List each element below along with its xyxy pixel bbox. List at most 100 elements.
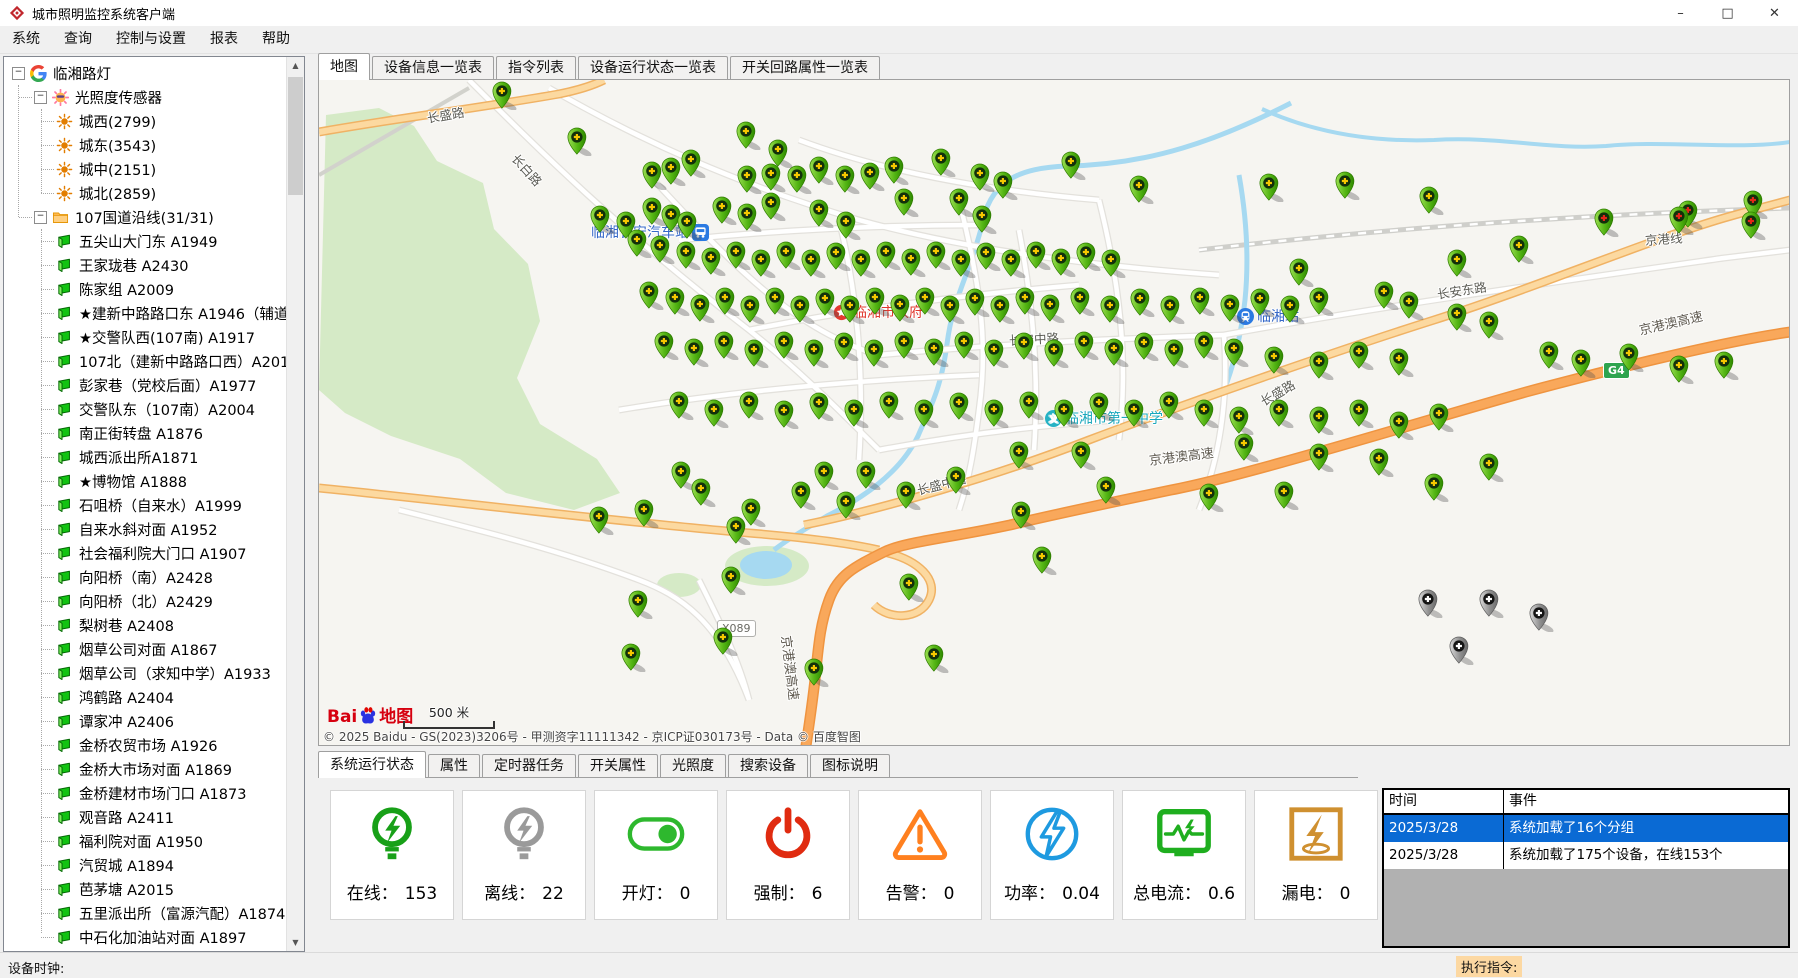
tree-device-node[interactable]: 彭家巷（党校后面）A1977 [4, 373, 287, 397]
map-pin-online[interactable] [1335, 171, 1362, 200]
map-pin-online[interactable] [1164, 339, 1191, 368]
map-pin-online[interactable] [1424, 473, 1451, 502]
map-pin-online[interactable] [1044, 339, 1071, 368]
map-pin-online[interactable] [684, 338, 711, 367]
map-pin-online[interactable] [851, 249, 878, 278]
map-pin-online[interactable] [951, 249, 978, 278]
map-pin-online[interactable] [1100, 295, 1127, 324]
map-pin-online[interactable] [1101, 249, 1128, 278]
map-pin-online[interactable] [901, 248, 928, 277]
map-pin-online[interactable] [740, 295, 767, 324]
map-pin-online[interactable] [860, 162, 887, 191]
map-pin-online[interactable] [894, 188, 921, 217]
map-pin-online[interactable] [677, 211, 704, 240]
map-pin-online[interactable] [736, 121, 763, 150]
map-pin-online[interactable] [990, 295, 1017, 324]
tree-device-node[interactable]: 金桥大市场对面 A1869 [4, 757, 287, 781]
map-pin-online[interactable] [946, 466, 973, 495]
map-pin-online[interactable] [744, 339, 771, 368]
map-pin-online[interactable] [737, 165, 764, 194]
tree-device-node[interactable]: 石咀桥（自来水）A1999 [4, 493, 287, 517]
map-pin-online[interactable] [1250, 288, 1277, 317]
tree-device-node[interactable]: 观音路 A2411 [4, 805, 287, 829]
map-pin-online[interactable] [840, 295, 867, 324]
map-pin-online[interactable] [864, 339, 891, 368]
map-pin-online[interactable] [1229, 406, 1256, 435]
map-pin-online[interactable] [669, 391, 696, 420]
map-pin-online[interactable] [836, 491, 863, 520]
map-pin-online[interactable] [714, 331, 741, 360]
menu-item-4[interactable]: 帮助 [250, 26, 302, 53]
tree-device-node[interactable]: 交警队东（107南）A2004 [4, 397, 287, 421]
map-pin-online[interactable] [914, 399, 941, 428]
map-pin-online[interactable] [1096, 476, 1123, 505]
map-pin-online[interactable] [1309, 443, 1336, 472]
tree-device-node[interactable]: 金桥农贸市场 A1926 [4, 733, 287, 757]
tree-device-node[interactable]: ★建新中路路口东 A1946（辅道灯） [4, 301, 287, 325]
map-pin-online[interactable] [1309, 287, 1336, 316]
map-pin-online[interactable] [654, 331, 681, 360]
map-pin-online[interactable] [940, 295, 967, 324]
tree-device-node[interactable]: 南正街转盘 A1876 [4, 421, 287, 445]
map-pin-online[interactable] [993, 171, 1020, 200]
tree-device-node[interactable]: 107北（建新中路路口西）A2014 [4, 349, 287, 373]
map-pin-online[interactable] [1419, 186, 1446, 215]
map-pin-online[interactable] [665, 287, 692, 316]
map-pin-online[interactable] [712, 196, 739, 225]
map-pin-online[interactable] [1130, 288, 1157, 317]
bottom-tab-1[interactable]: 属性 [428, 754, 480, 778]
map-pin-online[interactable] [954, 331, 981, 360]
map-pin-online[interactable] [1309, 351, 1336, 380]
map-pin-online[interactable] [1014, 332, 1041, 361]
map-pin-online[interactable] [1061, 151, 1088, 180]
map-pin-online[interactable] [1264, 346, 1291, 375]
map-pin-online[interactable] [1220, 294, 1247, 323]
map-pin-online[interactable] [1289, 258, 1316, 287]
map-pin-online[interactable] [1160, 295, 1187, 324]
map-pin-online[interactable] [894, 331, 921, 360]
map-pin-online[interactable] [751, 249, 778, 278]
map-pin-online[interactable] [492, 81, 519, 110]
map-pin-online[interactable] [676, 241, 703, 270]
map-canvas[interactable]: 长盛路长白路长安东路长安中路长盛路长盛中路京港线京港澳高速京港澳高速京港澳高速G… [318, 80, 1790, 746]
tree-device-node[interactable]: 梨树巷 A2408 [4, 613, 287, 637]
map-pin-online[interactable] [628, 590, 655, 619]
tree-root[interactable]: −临湘路灯 [4, 61, 287, 85]
map-pin-online[interactable] [1009, 441, 1036, 470]
map-pin-online[interactable] [1389, 348, 1416, 377]
map-pin-online[interactable] [776, 241, 803, 270]
map-pin-online[interactable] [1032, 546, 1059, 575]
map-pin-offline[interactable] [1529, 603, 1556, 632]
tree-device-node[interactable]: 自来水斜对面 A1952 [4, 517, 287, 541]
map-pin-online[interactable] [1714, 351, 1741, 380]
map-pin-online[interactable] [1619, 343, 1646, 372]
map-pin-online[interactable] [814, 461, 841, 490]
map-pin-online[interactable] [650, 235, 677, 264]
map-pin-online[interactable] [721, 566, 748, 595]
map-pin-online[interactable] [567, 127, 594, 156]
map-pin-online[interactable] [691, 478, 718, 507]
scroll-up-icon[interactable]: ▲ [287, 57, 304, 74]
map-pin-online[interactable] [761, 163, 788, 192]
map-pin-online[interactable] [1374, 281, 1401, 310]
map-pin-online[interactable] [1089, 392, 1116, 421]
bottom-tab-4[interactable]: 光照度 [660, 754, 726, 778]
map-pin-online[interactable] [690, 294, 717, 323]
tree-device-node[interactable]: 汽贸城 A1894 [4, 853, 287, 877]
map-pin-online[interactable] [836, 211, 863, 240]
map-pin-online[interactable] [1224, 338, 1251, 367]
tree-device-node[interactable]: 烟草公司（求知中学）A1933 [4, 661, 287, 685]
map-pin-online[interactable] [879, 391, 906, 420]
minimize-button[interactable]: – [1657, 0, 1704, 26]
map-pin-online[interactable] [1199, 483, 1226, 512]
map-tab-0[interactable]: 地图 [318, 53, 370, 80]
map-pin-online[interactable] [1669, 355, 1696, 384]
map-pin-offline[interactable] [1479, 589, 1506, 618]
tree-device-node[interactable]: 向阳桥（北）A2429 [4, 589, 287, 613]
menu-item-0[interactable]: 系统 [0, 26, 52, 53]
map-pin-online[interactable] [1076, 242, 1103, 271]
map-pin-online[interactable] [826, 242, 853, 271]
map-pin-online[interactable] [634, 499, 661, 528]
map-pin-online[interactable] [1259, 173, 1286, 202]
map-pin-online[interactable] [1349, 399, 1376, 428]
